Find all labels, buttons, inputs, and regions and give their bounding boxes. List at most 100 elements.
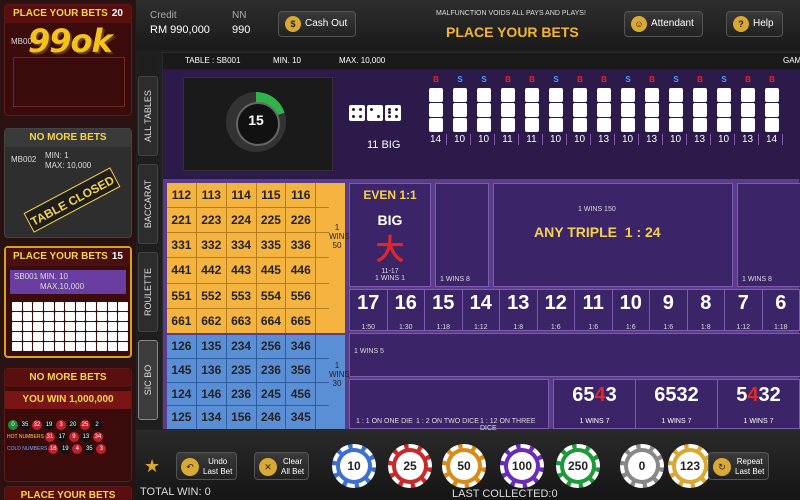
double-bets-right[interactable]: 1 WINS 8 xyxy=(737,183,800,287)
combo-bet-cell[interactable]: 236 xyxy=(256,358,286,382)
combo-bet-cell[interactable]: 112 xyxy=(167,183,196,208)
total-bet-cell[interactable]: 9 1:6 xyxy=(650,290,688,331)
combo-bet-cell[interactable]: 113 xyxy=(196,183,226,208)
combo-bet-cell[interactable]: 345 xyxy=(286,406,316,429)
combo-bet-cell[interactable]: 221 xyxy=(167,208,196,233)
clear-button[interactable]: ✕ Clear All Bet xyxy=(254,452,310,480)
tab-sic-bo[interactable]: SIC BO xyxy=(138,340,158,420)
tab-all-tables[interactable]: ALL TABLES xyxy=(138,76,158,156)
cash-out-button[interactable]: $ Cash Out xyxy=(278,11,357,37)
combo-bet-cell[interactable]: 114 xyxy=(226,183,256,208)
combo-bet-cell[interactable]: 236 xyxy=(226,382,256,406)
combo-bet-cell[interactable]: 124 xyxy=(167,382,196,406)
total-bet-cell[interactable]: 7 1:12 xyxy=(725,290,763,331)
number-bead: 4 xyxy=(72,444,83,454)
total-bet-cell[interactable]: 6 1:18 xyxy=(763,290,800,331)
combo-bet-cell[interactable]: 145 xyxy=(167,358,196,382)
triple-bets[interactable]: 1 WINS 150 ANY TRIPLE 1 : 24 xyxy=(493,183,733,287)
combo-bet-cell[interactable]: 556 xyxy=(286,283,316,308)
attendant-button[interactable]: ☺ Attendant xyxy=(624,11,703,37)
chip-0[interactable]: 0 xyxy=(620,444,664,488)
chip-100[interactable]: 100 xyxy=(500,444,544,488)
combo-bet-cell[interactable]: 225 xyxy=(256,208,286,233)
sequence-bet[interactable]: 6543 1 WINS 7 xyxy=(554,380,636,428)
grid-a-wins: 1 WINS 50 xyxy=(329,183,350,333)
combo-bet-cell[interactable]: 662 xyxy=(196,308,226,333)
total-bet-cell[interactable]: 16 1:30 xyxy=(388,290,425,331)
combo-bet-cell[interactable]: 346 xyxy=(286,335,316,358)
combo-bet-cell[interactable]: 224 xyxy=(226,208,256,233)
chip-123[interactable]: 123 xyxy=(668,444,712,488)
combo-bet-cell[interactable]: 332 xyxy=(196,233,226,258)
combo-bet-cell[interactable]: 235 xyxy=(226,358,256,382)
combo-bet-cell[interactable]: 445 xyxy=(256,258,286,283)
big-small-marker: B xyxy=(433,75,439,84)
combo-bet-cell[interactable]: 552 xyxy=(196,283,226,308)
combo-bet-cell[interactable]: 553 xyxy=(226,283,256,308)
combo-bet-cell[interactable]: 336 xyxy=(286,233,316,258)
combo-bet-cell[interactable]: 664 xyxy=(256,308,286,333)
combo-bet-cell[interactable]: 446 xyxy=(286,258,316,283)
table-card-3[interactable]: PLACE YOUR BETS 15 SB001 MIN. 10 MAX.10,0… xyxy=(4,246,132,358)
combo-bet-cell[interactable]: 661 xyxy=(167,308,196,333)
table-card-1[interactable]: PLACE YOUR BETS 20 MB00 xyxy=(4,4,132,116)
total-bet-cell[interactable]: 15 1:18 xyxy=(425,290,463,331)
chip-50[interactable]: 50 xyxy=(442,444,486,488)
combo-bet-cell[interactable]: 335 xyxy=(256,233,286,258)
combo-bet-cell[interactable]: 356 xyxy=(286,358,316,382)
table-card-4[interactable]: NO MORE BETS YOU WIN 1,000,000 0 35 32 19 3 2… xyxy=(4,368,132,482)
chip-250[interactable]: 250 xyxy=(556,444,600,488)
tab-roulette[interactable]: ROULETTE xyxy=(138,252,158,332)
combo-bet-cell[interactable]: 443 xyxy=(226,258,256,283)
total-bet-cell[interactable]: 17 1:50 xyxy=(350,290,388,331)
table-card-2[interactable]: NO MORE BETS MB002 MIN: 1 MAX: 10,000 TA… xyxy=(4,128,132,238)
combo-bet-cell[interactable]: 665 xyxy=(286,308,316,333)
total-bet-cell[interactable]: 10 1:6 xyxy=(613,290,650,331)
combo-bet-cell[interactable]: 334 xyxy=(226,233,256,258)
total-bet-cell[interactable]: 12 1:6 xyxy=(538,290,575,331)
combo-bet-cell[interactable]: 256 xyxy=(256,335,286,358)
combo-bet-cell[interactable]: 663 xyxy=(226,308,256,333)
combo-bet-cell[interactable]: 223 xyxy=(196,208,226,233)
undo-button[interactable]: ↶ Undo Last Bet xyxy=(176,452,238,480)
combo-bet-cell[interactable]: 226 xyxy=(286,208,316,233)
combo-bet-cell[interactable]: 441 xyxy=(167,258,196,283)
combo-bet-cell[interactable]: 234 xyxy=(226,335,256,358)
combo-bet-cell[interactable]: 125 xyxy=(167,406,196,429)
total-bet-cell[interactable]: 11 1:6 xyxy=(575,290,613,331)
table-card-5[interactable]: PLACE YOUR BETS xyxy=(4,486,132,500)
repeat-button[interactable]: ↻ Repeat Last Bet xyxy=(708,452,770,480)
star-icon[interactable]: ★ xyxy=(144,456,160,477)
combo-bet-cell[interactable]: 115 xyxy=(256,183,286,208)
chip-10[interactable]: 10 xyxy=(332,444,376,488)
sequence-bet[interactable]: 5432 1 WINS 7 xyxy=(718,380,800,428)
combo-bet-cell[interactable]: 456 xyxy=(286,382,316,406)
combo-bet-cell[interactable]: 245 xyxy=(256,382,286,406)
combo-bet-cell[interactable]: 156 xyxy=(226,406,256,429)
tab-baccarat[interactable]: BACCARAT xyxy=(138,164,158,244)
combo-bet-cell[interactable]: 116 xyxy=(286,183,316,208)
history-total: 10 xyxy=(617,134,639,145)
combo-bet-cell[interactable]: 126 xyxy=(167,335,196,358)
combo-bet-cell[interactable]: 551 xyxy=(167,283,196,308)
combo-bet-cell[interactable]: 442 xyxy=(196,258,226,283)
two-dice-combos[interactable]: 1 WINS 5 xyxy=(349,333,800,377)
number-bead: 31 xyxy=(44,432,55,442)
combo-bet-cell[interactable]: 134 xyxy=(196,406,226,429)
chip-25[interactable]: 25 xyxy=(388,444,432,488)
combo-bet-cell[interactable]: 136 xyxy=(196,358,226,382)
combo-bet-cell[interactable]: 246 xyxy=(256,406,286,429)
sequence-bet[interactable]: 6532 1 WINS 7 xyxy=(636,380,718,428)
help-button[interactable]: ? Help xyxy=(726,11,783,37)
combo-bet-cell[interactable]: 135 xyxy=(196,335,226,358)
combo-bet-cell[interactable]: 554 xyxy=(256,283,286,308)
combo-bet-cell[interactable]: 331 xyxy=(167,233,196,258)
combo-bet-cell[interactable]: 146 xyxy=(196,382,226,406)
single-die-bets[interactable]: 1 : 1 ON ONE DIE 1 : 2 ON TWO DICE 1 : 1… xyxy=(349,379,549,432)
total-bet-cell[interactable]: 14 1:12 xyxy=(463,290,500,331)
total-bet-cell[interactable]: 8 1:8 xyxy=(688,290,725,331)
total-bet-cell[interactable]: 13 1:8 xyxy=(500,290,538,331)
double-bets[interactable]: 1 WINS 8 xyxy=(435,183,489,287)
big-bet[interactable]: EVEN 1:1 BIG 大 11-17 1 WINS 1 xyxy=(349,183,431,287)
history-total: 10 xyxy=(569,134,591,145)
